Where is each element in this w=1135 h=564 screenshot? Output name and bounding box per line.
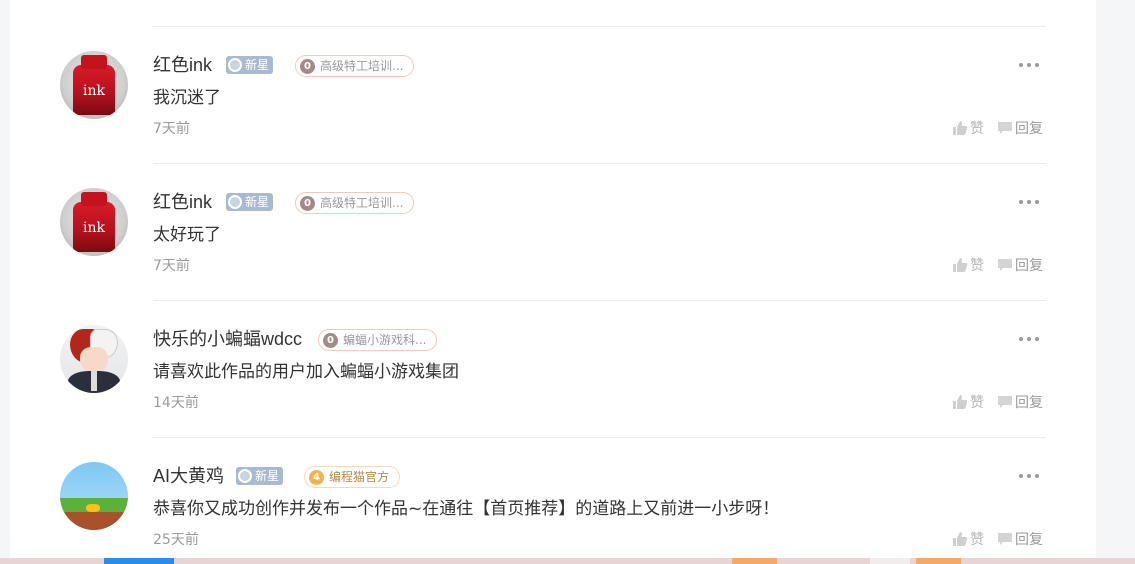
- reply-button[interactable]: 回复: [997, 254, 1043, 276]
- team-level: 0: [323, 332, 338, 348]
- username[interactable]: 快乐的小蝙蝠wdcc: [153, 326, 302, 352]
- reply-label: 回复: [1015, 395, 1043, 411]
- newstar-badge[interactable]: 新星: [226, 56, 274, 74]
- face-icon: [80, 347, 108, 373]
- more-options-icon[interactable]: [1019, 474, 1041, 480]
- avatar-text: ink: [83, 83, 105, 99]
- chat-bubble-icon: [998, 259, 1012, 271]
- team-badge[interactable]: 4 编程猫官方: [304, 466, 401, 488]
- like-label: 赞: [970, 532, 984, 548]
- comment-text: 我沉迷了: [153, 88, 221, 108]
- reply-label: 回复: [1015, 258, 1043, 274]
- timestamp: 7天前: [153, 121, 190, 137]
- tie-icon: [91, 371, 97, 391]
- thumbs-up-icon: [953, 258, 968, 272]
- newstar-badge[interactable]: 新星: [236, 467, 284, 485]
- reply-label: 回复: [1015, 121, 1043, 137]
- chat-bubble-icon: [998, 533, 1012, 545]
- team-badge[interactable]: 0 高级特工培训...: [295, 192, 415, 214]
- more-options-icon[interactable]: [1019, 63, 1041, 69]
- team-level: 0: [300, 58, 315, 74]
- thumbs-up-icon: [953, 532, 968, 546]
- like-label: 赞: [970, 258, 984, 274]
- team-name: 蝙蝠小游戏科...: [343, 333, 427, 347]
- timestamp: 25天前: [153, 532, 199, 548]
- avatar[interactable]: [60, 462, 128, 530]
- badge-label: 新星: [245, 195, 270, 209]
- ink-cap-icon: [81, 192, 107, 206]
- more-options-icon[interactable]: [1019, 200, 1041, 206]
- reply-button[interactable]: 回复: [997, 391, 1043, 413]
- like-label: 赞: [970, 121, 984, 137]
- comment-item: ink 红色ink 新星 0 高级特工培训... 太好玩了 7天前 赞 回复: [0, 164, 1135, 301]
- comment-item: ink 红色ink 新星 0 高级特工培训... 我沉迷了 7天前 赞 回复: [0, 27, 1135, 164]
- badge-label: 新星: [245, 58, 270, 72]
- newstar-badge[interactable]: 新星: [226, 193, 274, 211]
- more-options-icon[interactable]: [1019, 337, 1041, 343]
- strip-segment[interactable]: [916, 558, 961, 564]
- strip-segment[interactable]: [732, 558, 777, 564]
- reply-button[interactable]: 回复: [997, 117, 1043, 139]
- comment-text: 恭喜你又成功创作并发布一个作品~在通往【首页推荐】的道路上又前进一小步呀！: [153, 499, 780, 519]
- star-ring-icon: [228, 195, 242, 209]
- team-badge[interactable]: 0 高级特工培训...: [295, 55, 415, 77]
- thumbs-up-icon: [953, 121, 968, 135]
- reply-button[interactable]: 回复: [997, 528, 1043, 550]
- dirt-icon: [60, 512, 128, 530]
- username[interactable]: 红色ink: [153, 52, 212, 78]
- avatar-text: ink: [83, 220, 105, 236]
- like-button[interactable]: 赞: [952, 254, 984, 276]
- bottom-toolbar-strip: [0, 558, 1135, 564]
- avatar[interactable]: [60, 325, 128, 393]
- avatar[interactable]: ink: [60, 188, 128, 256]
- strip-segment: [870, 558, 910, 564]
- chat-bubble-icon: [998, 122, 1012, 134]
- star-ring-icon: [238, 469, 252, 483]
- username[interactable]: 红色ink: [153, 189, 212, 215]
- badge-label: 新星: [255, 469, 280, 483]
- reply-label: 回复: [1015, 532, 1043, 548]
- team-badge[interactable]: 0 蝙蝠小游戏科...: [318, 329, 438, 351]
- avatar[interactable]: ink: [60, 51, 128, 119]
- username[interactable]: AI大黄鸡: [153, 463, 224, 489]
- thumbs-up-icon: [953, 395, 968, 409]
- team-name: 高级特工培训...: [320, 59, 404, 73]
- like-button[interactable]: 赞: [952, 528, 984, 550]
- comment-text: 请喜欢此作品的用户加入蝙蝠小游戏集团: [153, 362, 459, 382]
- like-button[interactable]: 赞: [952, 117, 984, 139]
- ink-cap-icon: [81, 55, 107, 69]
- team-level: 4: [309, 469, 324, 485]
- chick-icon: [86, 504, 100, 512]
- timestamp: 14天前: [153, 395, 199, 411]
- comment-item: AI大黄鸡 新星 4 编程猫官方 恭喜你又成功创作并发布一个作品~在通往【首页推…: [0, 438, 1135, 564]
- strip-segment[interactable]: [104, 558, 174, 564]
- like-label: 赞: [970, 395, 984, 411]
- like-button[interactable]: 赞: [952, 391, 984, 413]
- comment-item: 快乐的小蝙蝠wdcc 0 蝙蝠小游戏科... 请喜欢此作品的用户加入蝙蝠小游戏集…: [0, 301, 1135, 438]
- timestamp: 7天前: [153, 258, 190, 274]
- team-name: 高级特工培训...: [320, 196, 404, 210]
- chat-bubble-icon: [998, 396, 1012, 408]
- star-ring-icon: [228, 58, 242, 72]
- team-name: 编程猫官方: [329, 470, 390, 484]
- team-level: 0: [300, 195, 315, 211]
- comment-text: 太好玩了: [153, 225, 221, 245]
